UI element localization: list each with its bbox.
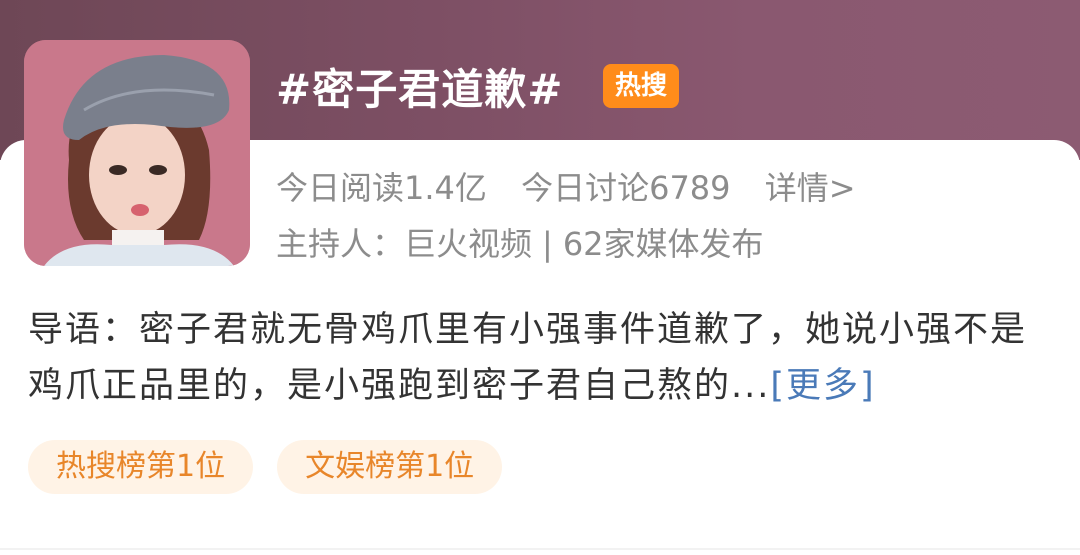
discussion-count: 今日讨论6789: [521, 169, 731, 207]
stats-row: 今日阅读1.4亿 今日讨论6789 详情>: [276, 166, 880, 210]
separator: |: [542, 225, 553, 263]
avatar-image-icon: [24, 40, 250, 266]
host-row: 主持人：巨火视频 | 62家媒体发布: [276, 222, 764, 266]
details-link[interactable]: 详情>: [765, 169, 856, 207]
reads-count: 今日阅读1.4亿: [276, 169, 487, 207]
divider: [0, 548, 1080, 550]
hot-search-badge: 热搜: [603, 64, 679, 108]
media-count[interactable]: 62家媒体发布: [563, 225, 764, 263]
tag-entertainment-rank[interactable]: 文娱榜第1位: [277, 440, 503, 494]
host-label: 主持人：: [276, 225, 405, 263]
more-link[interactable]: [更多]: [770, 366, 875, 406]
topic-avatar[interactable]: [24, 40, 250, 266]
intro-body: 导语：密子君就无骨鸡爪里有小强事件道歉了，她说小强不是鸡爪正品里的，是小强跑到密…: [28, 310, 1028, 406]
intro-text: 导语：密子君就无骨鸡爪里有小强事件道歉了，她说小强不是鸡爪正品里的，是小强跑到密…: [28, 302, 1058, 414]
tag-hot-rank[interactable]: 热搜榜第1位: [28, 440, 254, 494]
host-name[interactable]: 巨火视频: [404, 225, 532, 263]
rank-tags: 热搜榜第1位 文娱榜第1位: [28, 440, 503, 496]
topic-title[interactable]: #密子君道歉#: [276, 60, 563, 120]
